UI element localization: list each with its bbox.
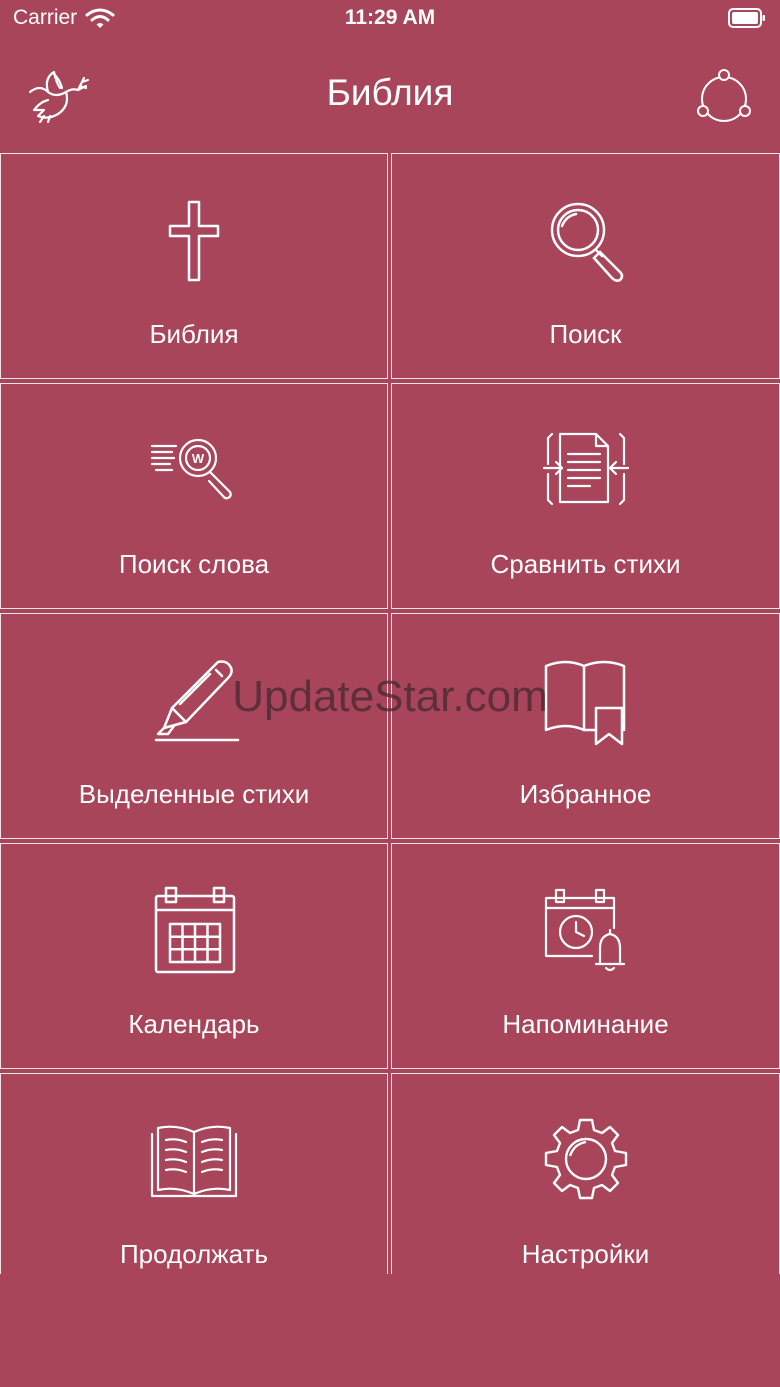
tile-continue[interactable]: Продолжать bbox=[0, 1073, 388, 1274]
share-icon[interactable] bbox=[694, 67, 754, 127]
svg-text:W: W bbox=[192, 451, 205, 466]
magnifier-icon bbox=[550, 202, 623, 282]
tile-search[interactable]: Поиск bbox=[391, 153, 780, 379]
tile-label-settings: Настройки bbox=[521, 1239, 650, 1269]
tile-label-calendar: Календарь bbox=[128, 1009, 260, 1039]
tile-favorites[interactable]: Избранное bbox=[391, 613, 780, 839]
tile-settings[interactable]: Настройки bbox=[391, 1073, 780, 1274]
tile-bible[interactable]: Библия bbox=[0, 153, 388, 379]
cross-icon bbox=[168, 200, 220, 282]
battery-icon bbox=[728, 8, 765, 28]
navigation-bar: Библия bbox=[0, 50, 780, 144]
tile-label-highlighted-verses: Выделенные стихи bbox=[78, 779, 310, 809]
tile-label-compare-verses: Сравнить стихи bbox=[490, 549, 681, 579]
tile-compare-verses[interactable]: Сравнить стихи bbox=[391, 383, 780, 609]
tile-highlighted-verses[interactable]: Выделенные стихи bbox=[0, 613, 388, 839]
status-bar: Carrier 11:29 AM bbox=[0, 0, 780, 40]
gear-icon bbox=[544, 1118, 627, 1200]
tile-label-reminder: Напоминание bbox=[502, 1009, 669, 1039]
compare-document-icon bbox=[542, 432, 629, 506]
tile-reminder[interactable]: Напоминание bbox=[391, 843, 780, 1069]
status-time: 11:29 AM bbox=[344, 6, 436, 29]
highlighter-icon bbox=[154, 660, 240, 742]
word-search-icon: W bbox=[150, 438, 232, 500]
tile-label-search: Поиск bbox=[549, 319, 622, 349]
tile-label-continue: Продолжать bbox=[119, 1239, 268, 1269]
tile-label-word-search: Поиск слова bbox=[118, 549, 270, 579]
tile-word-search[interactable]: W Поиск слова bbox=[0, 383, 388, 609]
tile-label-bible: Библия bbox=[149, 319, 239, 349]
page-title: Библия bbox=[326, 72, 454, 113]
reminder-icon bbox=[544, 888, 625, 972]
tile-calendar[interactable]: Календарь bbox=[0, 843, 388, 1069]
calendar-icon bbox=[154, 886, 236, 974]
bookmark-book-icon bbox=[544, 660, 625, 746]
open-book-icon bbox=[150, 1125, 238, 1198]
tile-label-favorites: Избранное bbox=[519, 779, 652, 809]
